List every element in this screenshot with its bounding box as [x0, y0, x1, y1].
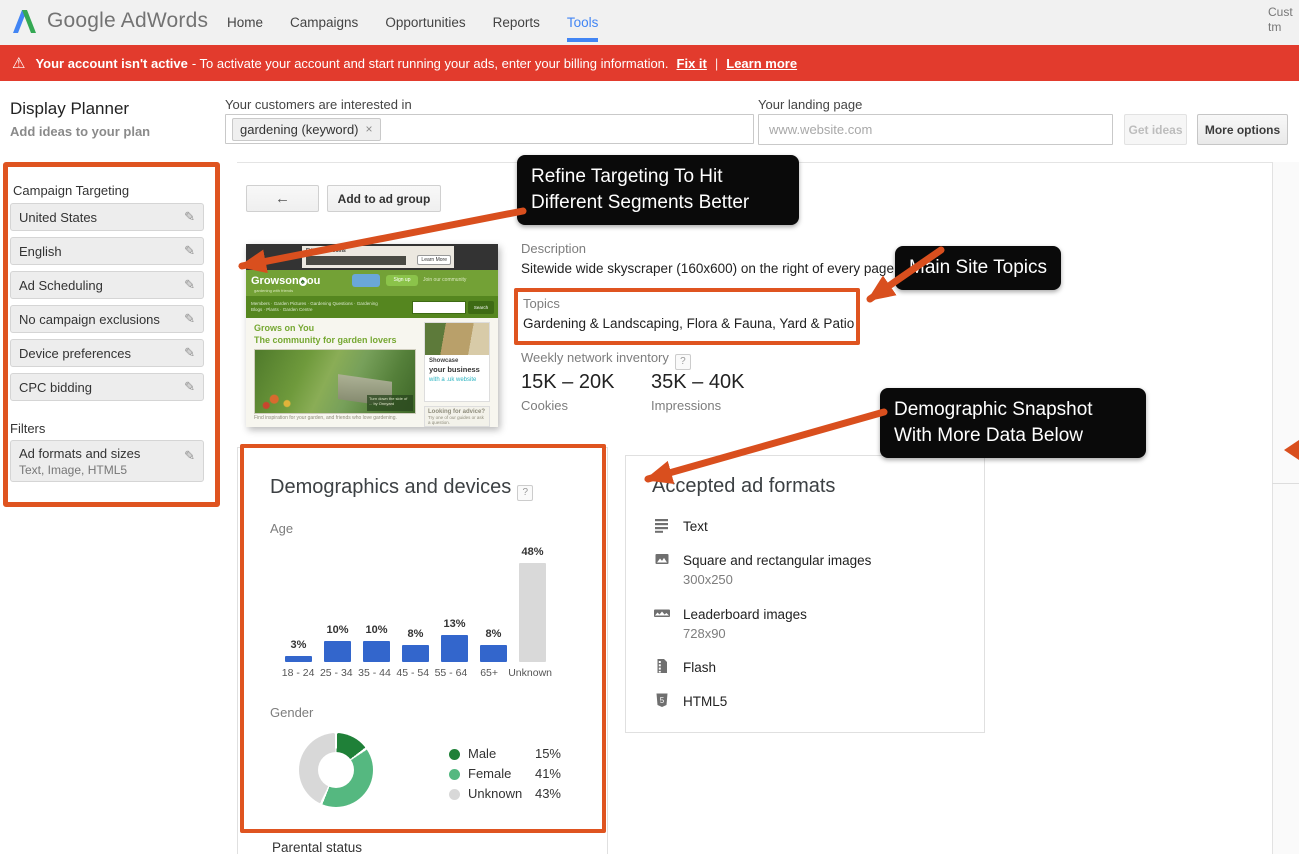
preview-caption: Find inspiration for your garden, and fr… — [254, 415, 397, 421]
preview-join-text: Join our community — [423, 277, 467, 283]
alert-bold-text: Your account isn't active — [35, 55, 188, 71]
keyword-chip[interactable]: gardening (keyword) × — [232, 117, 381, 141]
nav-item-tools[interactable]: Tools — [566, 0, 598, 45]
warning-icon: ⚠ — [12, 55, 26, 72]
preview-advice-card: Looking for advice? Try one of our guide… — [424, 406, 490, 427]
alert-text: - To activate your account and start run… — [191, 55, 669, 71]
format-item-flash: Flash — [654, 658, 716, 677]
preview-social-chip — [352, 274, 380, 287]
format-label: Flash — [683, 660, 717, 675]
page-subtitle: Add ideas to your plan — [10, 124, 151, 139]
account-alert-banner: ⚠ Your account isn't active - To activat… — [0, 45, 1299, 81]
text-lines-icon — [654, 517, 670, 536]
format-label: HTML5 — [683, 694, 728, 709]
add-to-ad-group-button[interactable]: Add to ad group — [327, 185, 441, 212]
parental-status-label: Parental status — [272, 840, 363, 854]
html5-icon: 5 — [654, 692, 670, 711]
keyword-chip-label: gardening (keyword) — [240, 121, 359, 137]
description-text: Sitewide wide skyscraper (160x600) on th… — [521, 261, 898, 276]
interests-label: Your customers are interested in — [225, 97, 412, 112]
truncated-account-text: Cust tm — [1268, 5, 1293, 34]
preview-nav-links: Members · Garden Pictures · Gardening Qu… — [251, 301, 378, 312]
format-label: Text — [683, 519, 708, 534]
preview-heading2: The community for garden lovers — [254, 335, 397, 345]
adwords-logo[interactable]: Google AdWords — [12, 8, 208, 34]
preview-search-box — [412, 301, 466, 314]
preview-search-button: Search — [468, 301, 494, 314]
nav-item-reports[interactable]: Reports — [493, 0, 540, 45]
format-item-html5: 5 HTML5 — [654, 692, 727, 711]
preview-site-logo: Growson ♠ ou — [251, 275, 321, 287]
preview-heading1: Grows on You — [254, 323, 315, 333]
help-icon[interactable]: ? — [674, 354, 691, 370]
format-item-text: Text — [654, 517, 708, 536]
impressions-value: 35K – 40K — [651, 371, 745, 393]
preview-garden-photo: Turn down the side of ... by Onnyard — [254, 349, 416, 414]
sidebar-annotation-outline — [3, 162, 220, 507]
landing-page-input[interactable] — [758, 114, 1113, 145]
preview-ad-button: Learn More — [417, 255, 451, 265]
format-size: 300x250 — [683, 572, 733, 587]
svg-text:5: 5 — [660, 696, 665, 705]
site-preview-thumbnail: Fitted Bedrooms Learn More Growson ♠ ou ga… — [246, 244, 498, 427]
callout-demographic-snapshot: Demographic Snapshot With More Data Below — [880, 388, 1146, 458]
back-arrow-icon: ← — [275, 190, 290, 207]
top-nav-bar: Google AdWords Home Campaigns Opportunitie… — [0, 0, 1299, 45]
inventory-label: Weekly network inventory? — [521, 350, 691, 370]
chip-close-icon[interactable]: × — [366, 122, 373, 136]
ad-formats-title: Accepted ad formats — [652, 475, 836, 497]
learn-more-link[interactable]: Learn more — [726, 56, 797, 71]
preview-photo-tag: Turn down the side of ... by Onnyard — [367, 395, 413, 411]
landing-label: Your landing page — [758, 97, 863, 112]
format-label: Leaderboard images — [683, 607, 807, 622]
fix-it-link[interactable]: Fix it — [677, 56, 707, 71]
preview-tagline: gardening with friends — [254, 288, 294, 293]
callout-refine-targeting: Refine Targeting To Hit Different Segment… — [517, 155, 799, 225]
right-panel-divider — [1272, 483, 1299, 484]
format-item-leaderboard: Leaderboard images — [654, 605, 807, 624]
flash-icon — [654, 658, 670, 677]
preview-ad-title: Fitted Bedrooms — [306, 248, 346, 254]
preview-showcase-card: Showcase your business with a .uk websit… — [424, 322, 490, 402]
description-label: Description — [521, 241, 587, 256]
cookies-label: Cookies — [521, 398, 568, 413]
preview-banner-ad: Fitted Bedrooms Learn More — [302, 246, 454, 268]
link-separator: | — [714, 55, 719, 71]
cookies-value: 15K – 20K — [521, 371, 615, 393]
more-options-button[interactable]: More options — [1197, 114, 1288, 145]
preview-signup-chip: Sign up — [386, 275, 418, 286]
callout-main-site-topics: Main Site Topics — [895, 246, 1061, 290]
nav-item-campaigns[interactable]: Campaigns — [290, 0, 358, 45]
logo-text: Google AdWords — [47, 9, 209, 32]
tree-icon: ♠ — [298, 277, 307, 286]
interests-input[interactable]: gardening (keyword) × — [225, 114, 754, 144]
main-nav: Home Campaigns Opportunities Reports Tools — [227, 0, 598, 45]
display-planner-screen: Google AdWords Home Campaigns Opportunitie… — [0, 0, 1299, 854]
page-title: Display Planner — [10, 99, 130, 118]
format-item-square: Square and rectangular images — [654, 551, 871, 570]
topics-annotation-outline — [514, 288, 860, 345]
nav-item-home[interactable]: Home — [227, 0, 263, 45]
format-label: Square and rectangular images — [683, 553, 872, 568]
adwords-a-icon — [13, 10, 36, 33]
preview-ad-body — [306, 256, 406, 265]
right-collapsed-panel — [1272, 162, 1299, 854]
format-size: 728x90 — [683, 626, 726, 641]
square-image-icon — [654, 551, 670, 570]
get-ideas-button[interactable]: Get ideas — [1124, 114, 1187, 145]
impressions-label: Impressions — [651, 398, 722, 413]
demographics-annotation-outline — [240, 444, 606, 833]
leaderboard-image-icon — [654, 605, 670, 624]
nav-item-opportunities[interactable]: Opportunities — [385, 0, 465, 45]
back-button[interactable]: ← — [246, 185, 319, 212]
